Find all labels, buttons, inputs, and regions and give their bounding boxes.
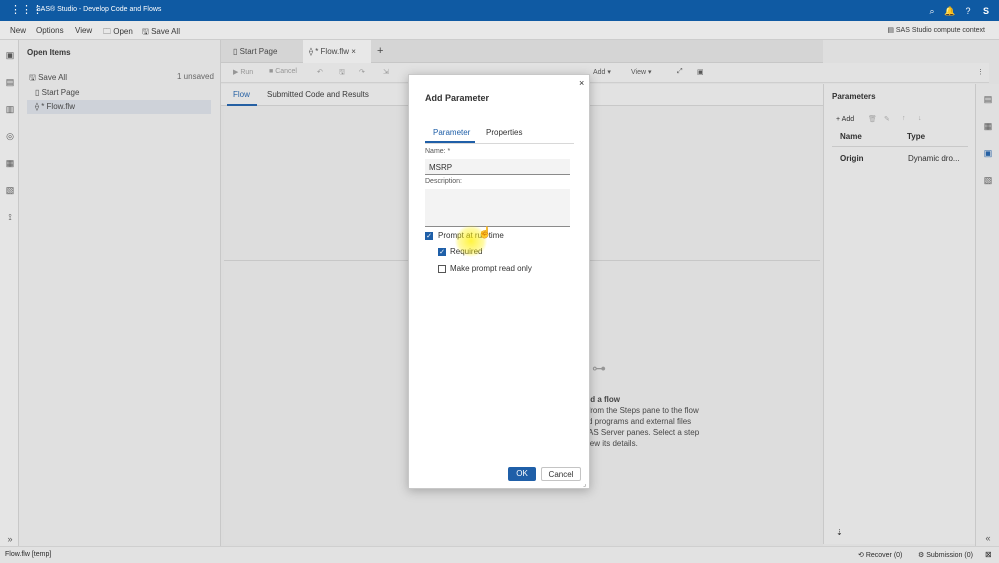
recover-label: Recover (0) — [865, 552, 903, 559]
dialog-title: Add Parameter — [425, 93, 490, 103]
search-icon[interactable]: ⌕ — [926, 5, 938, 17]
recover-button[interactable]: ⟲ Recover (0) — [858, 551, 902, 559]
notifications-icon[interactable]: 🔔 — [944, 5, 956, 17]
app-grid-icon[interactable]: ⋮⋮⋮ — [10, 5, 43, 17]
status-file: Flow.flw [temp] — [5, 551, 52, 558]
status-bar: Flow.flw [temp] ⟲ Recover (0) ⚙ Submissi… — [0, 546, 999, 563]
tabs-divider — [425, 143, 574, 144]
submission-button[interactable]: ⚙ Submission (0) — [918, 551, 973, 559]
add-parameter-dialog: × Add Parameter Parameter Properties Nam… — [408, 74, 590, 489]
description-label: Description: — [425, 178, 462, 185]
ok-button[interactable]: OK — [508, 467, 536, 481]
title-bar: ⋮⋮⋮ SAS® Studio - Develop Code and Flows… — [0, 0, 999, 21]
close-icon[interactable]: × — [579, 78, 584, 88]
pointer-cursor-icon: ☝ — [478, 227, 492, 239]
cancel-button[interactable]: Cancel — [541, 467, 581, 481]
resize-handle-icon[interactable]: ⌟ — [583, 480, 586, 488]
read-only-checkbox[interactable] — [438, 265, 446, 273]
name-input-value: MSRP — [429, 163, 453, 172]
window-title: SAS® Studio - Develop Code and Flows — [36, 6, 162, 13]
close-panel-icon[interactable]: ⊠ — [985, 550, 992, 559]
name-label: Name: * — [425, 148, 451, 155]
name-input[interactable]: MSRP — [425, 159, 570, 175]
read-only-label: Make prompt read only — [450, 264, 532, 273]
help-icon[interactable]: ? — [962, 5, 974, 17]
tab-parameter[interactable]: Parameter — [433, 128, 470, 137]
user-avatar[interactable]: S — [980, 5, 992, 17]
prompt-checkbox[interactable]: ✓ — [425, 232, 433, 240]
tab-properties[interactable]: Properties — [486, 128, 522, 137]
description-textarea[interactable] — [425, 189, 570, 227]
required-checkbox[interactable]: ✓ — [438, 248, 446, 256]
submission-label: Submission (0) — [926, 552, 973, 559]
